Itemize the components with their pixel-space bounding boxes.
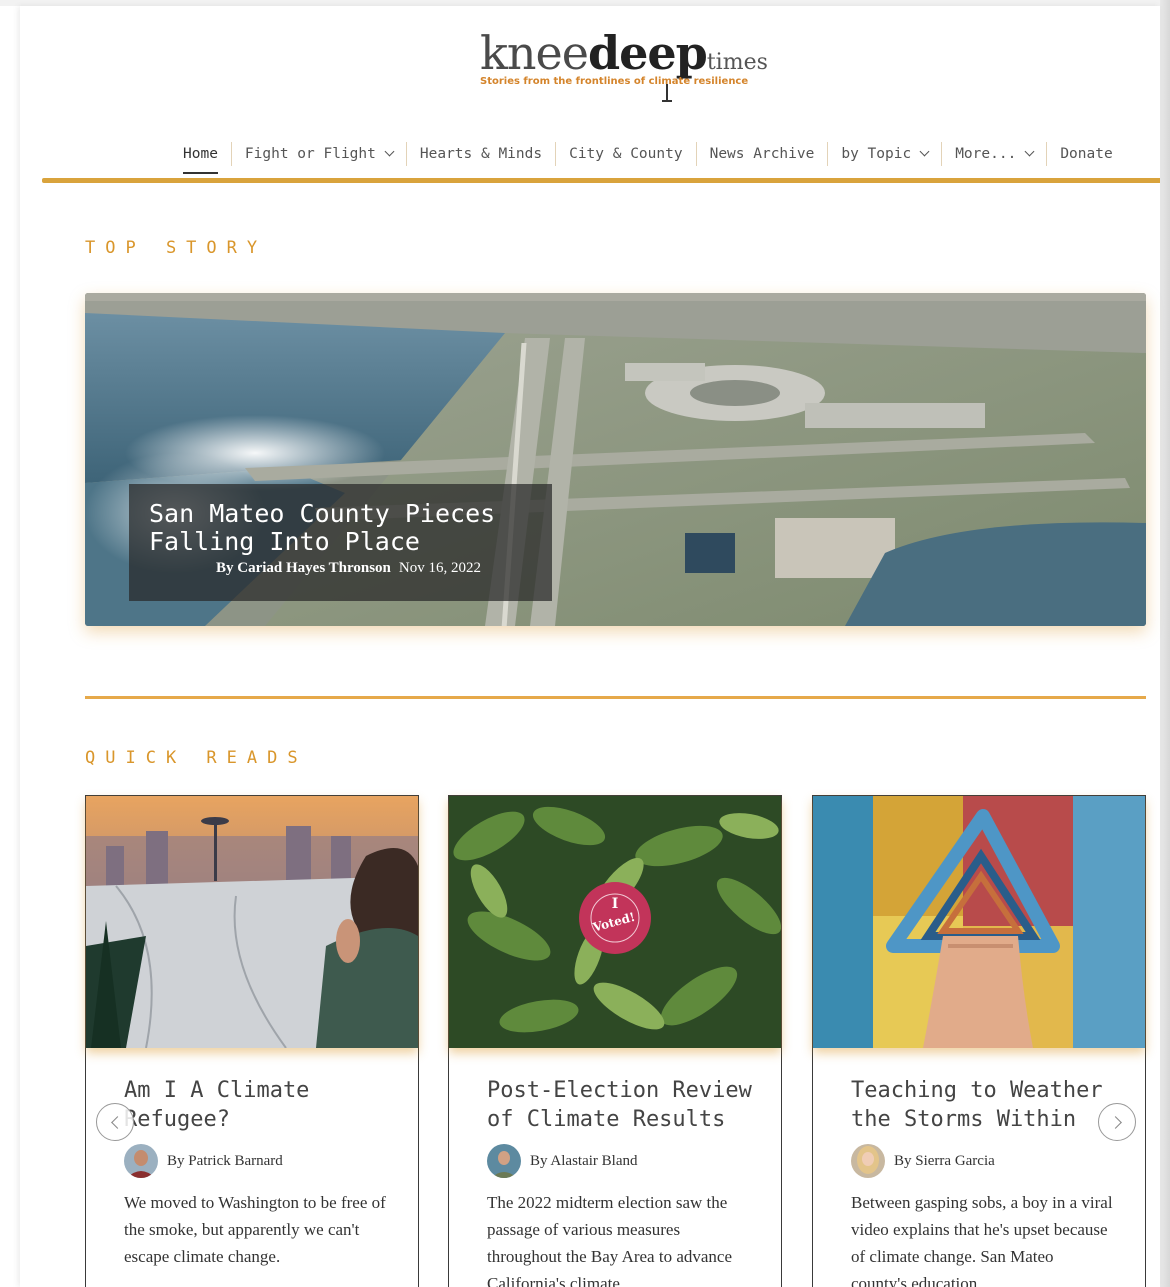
nav-item-hearts-minds[interactable]: Hearts & Minds: [405, 142, 555, 166]
avatar: [851, 1144, 885, 1178]
card-author-name: By Patrick Barnard: [167, 1152, 283, 1169]
nav-label: News Archive: [709, 146, 815, 162]
carousel-next-button[interactable]: [1098, 1103, 1136, 1141]
scrollbar-edge: [1160, 0, 1170, 1287]
nav-label: Home: [183, 146, 218, 162]
quick-read-card[interactable]: I Voted! Post-Election Review of Climate…: [448, 795, 782, 1287]
illustration-map-skyline: [86, 796, 418, 1048]
nav-label: Fight or Flight: [244, 146, 376, 162]
logo-stem-mark: [662, 84, 672, 102]
quick-read-card[interactable]: Am I A Climate Refugee? By Patrick Barna…: [85, 795, 419, 1287]
logo-tagline: Stories from the frontlines of climate r…: [480, 76, 749, 87]
card-excerpt: The 2022 midterm election saw the passag…: [487, 1193, 733, 1287]
carousel-prev-button[interactable]: [96, 1103, 134, 1141]
top-story-heading: TOP STORY: [85, 238, 268, 258]
chevron-right-icon: [1109, 1116, 1122, 1129]
photo-playground-triangle: [813, 796, 1145, 1048]
quick-read-card[interactable]: Teaching to Weather the Storms Within By…: [812, 795, 1146, 1287]
main-nav: Home Fight or Flight Hearts & Minds City…: [170, 136, 1126, 174]
card-author-name: By Alastair Bland: [530, 1152, 638, 1169]
top-story-caption: San Mateo County Pieces Falling Into Pla…: [129, 484, 552, 601]
card-author-name: By Sierra Garcia: [894, 1152, 995, 1169]
nav-item-fight-or-flight[interactable]: Fight or Flight: [230, 142, 406, 166]
chevron-down-icon: [919, 146, 930, 157]
nav-item-donate[interactable]: Donate: [1046, 142, 1125, 166]
section-divider: [85, 696, 1146, 699]
top-story-date: Nov 16, 2022: [398, 560, 481, 576]
chevron-down-icon: [1024, 146, 1035, 157]
nav-label: More...: [955, 146, 1017, 162]
card-image-climate-refugee[interactable]: [86, 796, 418, 1048]
card-image-teaching[interactable]: [813, 796, 1145, 1048]
card-excerpt: We moved to Washington to be free of the…: [124, 1193, 386, 1266]
nav-item-home[interactable]: Home: [170, 142, 231, 174]
avatar: [487, 1144, 521, 1178]
card-title[interactable]: Teaching to Weather the Storms Within: [851, 1076, 1121, 1134]
logo-wordmark: kneedeeptimes: [480, 26, 768, 80]
card-image-election[interactable]: I Voted!: [449, 796, 781, 1048]
avatar: [124, 1144, 158, 1178]
page: kneedeeptimes Stories from the frontline…: [20, 6, 1160, 1287]
nav-label: by Topic: [841, 146, 912, 162]
nav-label: Donate: [1060, 146, 1113, 162]
nav-label: Hearts & Minds: [419, 146, 543, 162]
chevron-left-icon: [111, 1116, 124, 1129]
chevron-down-icon: [384, 146, 395, 157]
top-story-card[interactable]: San Mateo County Pieces Falling Into Pla…: [85, 293, 1146, 626]
nav-item-more[interactable]: More...: [941, 142, 1046, 166]
card-author[interactable]: By Sierra Garcia: [851, 1144, 995, 1178]
nav-item-by-topic[interactable]: by Topic: [827, 142, 941, 166]
card-author[interactable]: By Patrick Barnard: [124, 1144, 283, 1178]
top-story-author[interactable]: By Cariad Hayes Thronson: [216, 560, 391, 576]
card-title[interactable]: Post-Election Review of Climate Results: [487, 1076, 757, 1134]
logo-word-knee: knee: [480, 26, 589, 80]
nav-item-news-archive[interactable]: News Archive: [695, 142, 828, 166]
card-author[interactable]: By Alastair Bland: [487, 1144, 638, 1178]
logo-word-times: times: [706, 50, 768, 75]
nav-label: City & County: [569, 146, 683, 162]
svg-text:I: I: [612, 896, 619, 912]
logo-word-deep: deep: [587, 26, 708, 80]
site-logo[interactable]: kneedeeptimes Stories from the frontline…: [480, 26, 768, 106]
top-story-title[interactable]: San Mateo County Pieces Falling Into Pla…: [149, 500, 532, 556]
card-title[interactable]: Am I A Climate Refugee?: [124, 1076, 394, 1134]
card-excerpt: Between gasping sobs, a boy in a viral v…: [851, 1193, 1113, 1287]
nav-underline-rule: [42, 178, 1160, 183]
top-story-meta: By Cariad Hayes Thronson Nov 16, 2022: [149, 560, 532, 577]
quick-reads-heading: QUICK READS: [85, 748, 308, 768]
photo-voted-sticker-leaves: I Voted!: [449, 796, 781, 1048]
nav-item-city-county[interactable]: City & County: [555, 142, 696, 166]
